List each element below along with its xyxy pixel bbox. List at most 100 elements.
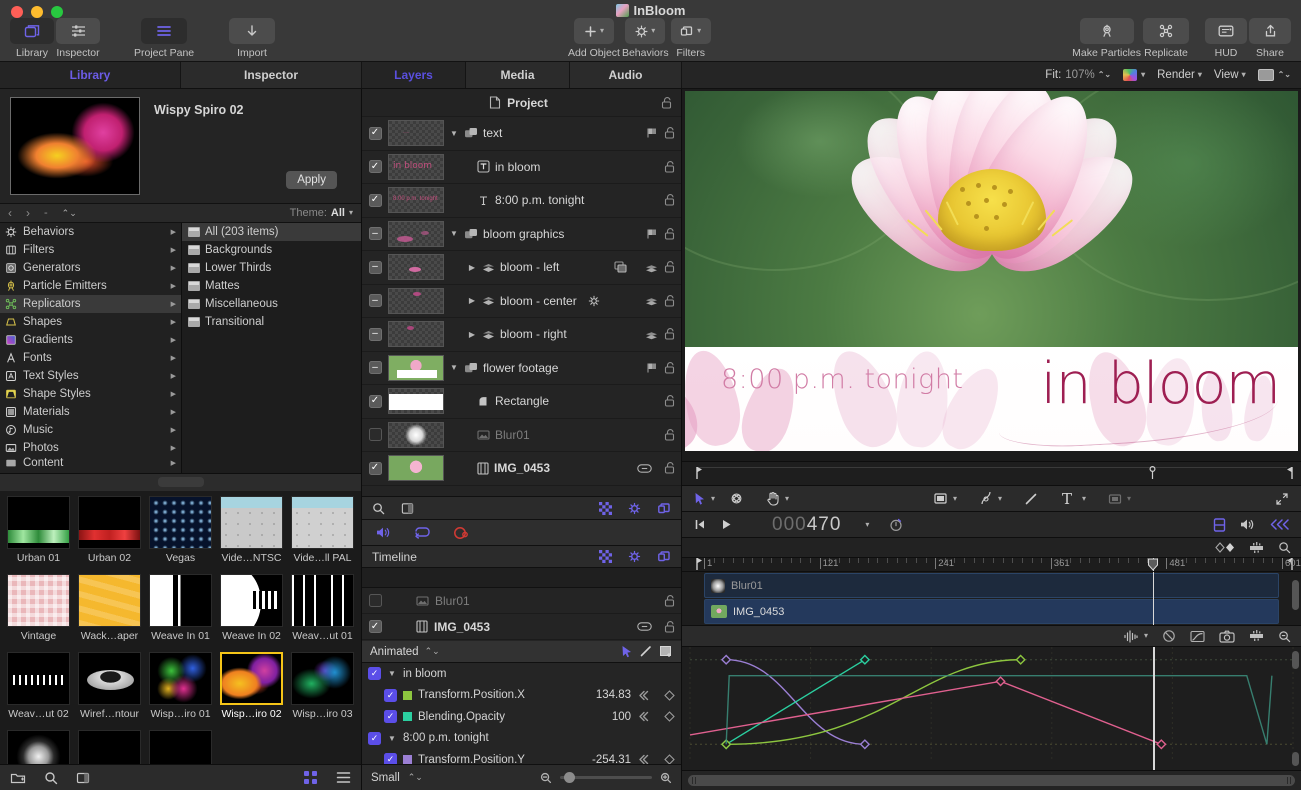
toolbar-make-particles-button[interactable]: Make Particles [1072,18,1141,59]
arrow-tool-icon[interactable] [621,645,633,658]
subcategory-mattes[interactable]: Mattes [182,277,361,295]
keyframe-curve-editor[interactable] [682,647,1301,770]
library-item[interactable]: Wack…aper [74,572,145,650]
library-item[interactable]: Vide…NTSC [216,494,287,572]
layer-visibility-checkbox[interactable] [362,428,388,441]
library-item[interactable]: Vide…ll PAL [287,494,358,572]
keyframe-param-row[interactable]: ✓ Transform.Position.Y -254.31 [362,749,681,764]
stack-icon[interactable] [645,295,658,306]
library-item[interactable]: Vegas [145,494,216,572]
timeline-clip-area[interactable]: Blur01 IMG_0453 [682,572,1301,625]
mask-icon[interactable] [401,502,414,515]
lock-icon[interactable] [664,395,675,407]
chevron-left-icon[interactable]: ‹ [8,206,12,220]
lock-icon[interactable] [664,362,675,374]
library-item[interactable]: Weav…ut 02 [3,650,74,728]
lock-icon[interactable] [664,194,675,206]
param-value[interactable]: 134.83 [596,689,631,701]
keyframe-prev-icon[interactable] [637,754,649,764]
chevron-down-icon[interactable]: ▾ [1198,71,1202,79]
animated-label[interactable]: Animated [370,646,419,658]
pan-tool-icon[interactable] [766,491,780,506]
zoom-out-icon[interactable] [540,772,552,784]
library-item-selected[interactable]: Wisp…iro 02 [216,650,287,728]
library-category-text-styles[interactable]: Text Styles▶ [0,367,181,385]
chevron-down-icon[interactable]: ▾ [1082,495,1086,503]
speaker-icon[interactable] [376,526,392,539]
library-category-gradients[interactable]: Gradients▶ [0,331,181,349]
track-visibility-checkbox[interactable]: ✓ [362,620,388,633]
timeline-track-row[interactable]: Blur01 [362,588,681,614]
toolbar-import-button[interactable]: Import [229,18,275,59]
checker-icon[interactable] [599,550,612,563]
stepper-icon[interactable]: ⌃⌄ [1098,71,1111,79]
chevron-right-icon[interactable]: › [26,206,30,220]
library-category-shape-styles[interactable]: Shape Styles▶ [0,385,181,403]
timeline-clip-blur[interactable]: Blur01 [704,573,1279,598]
rewind-icon[interactable] [1269,518,1289,531]
toolbar-replicate-button[interactable]: Replicate [1143,18,1189,59]
library-category-generators[interactable]: Generators▶ [0,259,181,277]
stepper-icon[interactable]: ⌃⌄ [425,647,440,656]
slider-knob[interactable] [564,772,575,783]
transform-3d-icon[interactable] [729,491,744,506]
zoom-icon[interactable] [1278,541,1291,554]
library-category-music[interactable]: Music▶ [0,421,181,439]
disable-icon[interactable] [1162,629,1176,643]
tab-inspector[interactable]: Inspector [181,62,362,88]
tab-library[interactable]: Library [0,62,181,88]
keyframe-prev-icon[interactable] [637,690,649,701]
keyframe-enable-checkbox[interactable]: ✓ [384,689,397,702]
library-item[interactable]: Weave In 01 [145,572,216,650]
zoom-in-icon[interactable] [660,772,672,784]
project-canvas[interactable]: 8:00 p.m. tonight in bloom [685,91,1298,451]
curve-icon[interactable] [1123,630,1139,643]
lock-icon[interactable] [664,127,675,139]
in-point-marker[interactable] [696,466,703,480]
toolbar-share-button[interactable]: Share [1249,18,1291,59]
timeline-clip-image[interactable]: IMG_0453 [704,599,1279,624]
library-item[interactable] [145,728,216,764]
preview-thumbnail[interactable] [10,97,140,195]
lock-icon[interactable] [664,261,675,273]
shape-tool-icon[interactable] [933,492,948,505]
library-item[interactable]: Weave In 02 [216,572,287,650]
lock-icon[interactable] [664,462,675,474]
horizontal-scrollbar[interactable] [688,775,1295,786]
chevron-down-icon[interactable]: ▾ [785,495,789,503]
chevron-down-icon[interactable]: ▾ [1141,71,1145,79]
keyframe-group-row[interactable]: ✓ ▼ in bloom [362,663,681,685]
library-item[interactable]: Wisp…iro 03 [287,650,358,728]
toolbar-project-pane-button[interactable]: Project Pane [134,18,194,59]
render-menu[interactable]: Render [1157,69,1195,81]
search-icon[interactable] [44,771,58,785]
keyframe-param-row[interactable]: ✓ Transform.Position.X 134.83 [362,685,681,707]
toolbar-inspector-button[interactable]: Inspector [56,18,100,59]
chevron-down-icon[interactable]: ▾ [1144,632,1148,640]
disclosure-triangle-down-icon[interactable]: ▼ [449,363,459,372]
flag-icon[interactable] [646,228,658,240]
stepper-icon[interactable]: ⌃⌄ [62,209,77,218]
library-category-fonts[interactable]: Fonts▶ [0,349,181,367]
library-item[interactable]: Weav…ut 01 [287,572,358,650]
keyframe-enable-checkbox[interactable]: ✓ [384,753,397,764]
keyframe-param-row[interactable]: ✓ Blending.Opacity 100 [362,706,681,728]
library-category-replicators[interactable]: Replicators▶ [0,295,181,313]
subcategory-transitional[interactable]: Transitional [182,313,361,331]
apply-button[interactable]: Apply [286,171,337,189]
library-category-content[interactable]: Content▶ [0,457,181,469]
library-category-materials[interactable]: Materials▶ [0,403,181,421]
link-icon[interactable] [637,622,652,631]
scrubber-track[interactable] [696,467,1287,481]
layer-row[interactable]: – ▶ bloom - right [362,318,681,352]
layer-visibility-checkbox[interactable]: ✓ [362,127,388,140]
keyframe-enable-checkbox[interactable]: ✓ [384,710,397,723]
add-keyframe-icon[interactable] [664,754,675,764]
tab-audio[interactable]: Audio [570,62,682,88]
playhead-handle[interactable] [1147,558,1159,571]
tab-media[interactable]: Media [466,62,570,88]
disclosure-triangle-right-icon[interactable]: ▶ [467,296,477,305]
resize-handle[interactable] [158,477,204,487]
chevron-down-icon[interactable]: ▾ [998,495,1002,503]
lock-icon[interactable] [664,161,675,173]
